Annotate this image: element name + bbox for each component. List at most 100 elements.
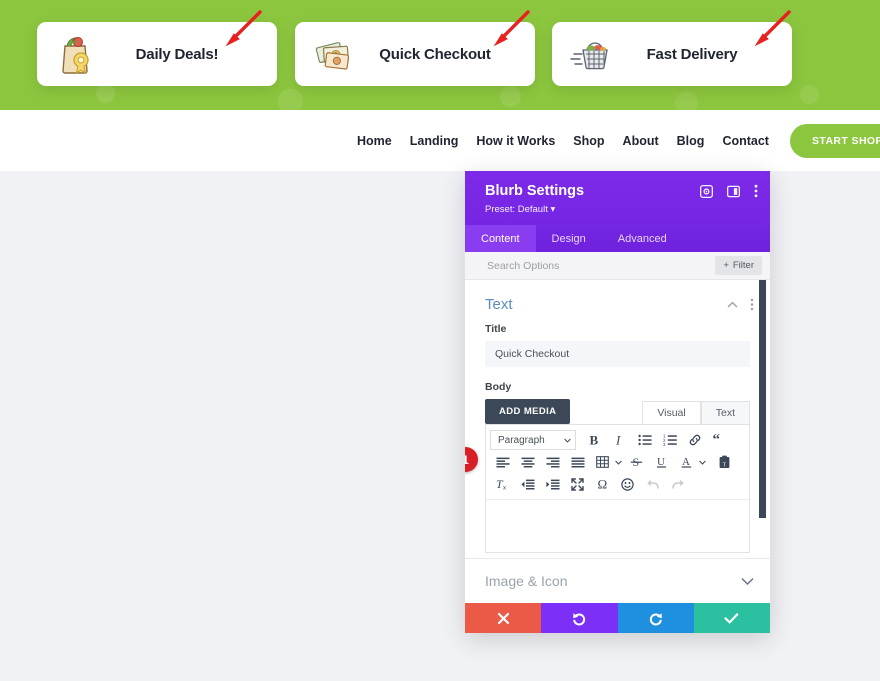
undo-button[interactable] [541, 603, 618, 633]
paste-as-text-icon[interactable]: T [712, 451, 737, 473]
editor-toolbar: Paragraph B I 1 2 3 “ S U A T T x Ω [486, 425, 749, 500]
outdent-icon[interactable] [515, 473, 540, 495]
feature-card-title: Daily Deals! [135, 45, 219, 63]
italic-icon[interactable]: I [607, 429, 632, 451]
layout-toggle-icon[interactable] [727, 185, 740, 198]
modal-body: 1 Text Title Quick Checkout Body ADD MED… [465, 280, 770, 603]
cancel-button[interactable] [465, 603, 542, 633]
modal-tabs: Content Design Advanced [465, 225, 770, 252]
svg-text:Ω: Ω [598, 477, 608, 491]
link-icon[interactable] [682, 429, 707, 451]
table-icon[interactable] [590, 451, 615, 473]
clear-formatting-icon[interactable]: T x [490, 473, 515, 495]
align-center-icon[interactable] [515, 451, 540, 473]
text-color-icon[interactable]: A [674, 451, 699, 473]
grocery-bag-icon [49, 33, 103, 75]
site-navbar: Home Landing How it Works Shop About Blo… [0, 110, 880, 171]
align-justify-icon[interactable] [565, 451, 590, 473]
feature-card-title: Fast Delivery [646, 45, 738, 63]
tab-design[interactable]: Design [536, 225, 602, 252]
table-chevron-down-icon[interactable] [615, 460, 624, 465]
panel-scrollbar[interactable] [759, 280, 766, 518]
nav-item-how-it-works[interactable]: How it Works [476, 134, 555, 148]
plus-icon: + [723, 260, 729, 271]
close-icon [497, 612, 510, 625]
title-label: Title [485, 323, 507, 335]
redo-icon [648, 611, 663, 626]
image-icon-section-toggle[interactable]: Image & Icon [465, 558, 770, 603]
undo-icon[interactable] [640, 473, 665, 495]
preset-label: Preset: Default [485, 203, 548, 215]
nav-item-contact[interactable]: Contact [722, 134, 769, 148]
chevron-down-icon [564, 438, 571, 443]
tab-advanced[interactable]: Advanced [602, 225, 683, 252]
kebab-menu-icon[interactable] [754, 184, 758, 198]
nav-item-blog[interactable]: Blog [677, 134, 705, 148]
svg-text:B: B [590, 433, 599, 447]
modal-header-icons [700, 184, 758, 198]
chevron-up-icon[interactable] [727, 301, 738, 309]
image-icon-section-title: Image & Icon [485, 573, 568, 589]
chevron-down-icon [741, 577, 754, 586]
text-color-chevron-down-icon[interactable] [699, 460, 708, 465]
editor-mode-tabs: Visual Text [642, 401, 750, 424]
bold-icon[interactable]: B [582, 429, 607, 451]
filter-button[interactable]: + Filter [715, 256, 762, 275]
feature-card-daily-deals[interactable]: Daily Deals! [37, 22, 277, 86]
preset-selector[interactable]: Preset: Default ▾ [485, 204, 754, 215]
svg-text:I: I [615, 433, 621, 447]
blockquote-icon[interactable]: “ [707, 429, 732, 451]
toolbar-row-2: S U A T [490, 451, 745, 473]
svg-text:U: U [657, 456, 665, 468]
save-button[interactable] [693, 603, 770, 633]
feature-card-quick-checkout[interactable]: Quick Checkout [295, 22, 535, 86]
search-input[interactable] [485, 258, 665, 273]
toolbar-row-3: T x Ω [490, 473, 745, 495]
text-section-header[interactable]: Text [465, 280, 770, 323]
nav-item-landing[interactable]: Landing [410, 134, 459, 148]
page-root: Daily Deals! Quick Checkout Fast Deliver… [0, 0, 880, 681]
check-icon [724, 612, 739, 625]
svg-text:A: A [682, 456, 690, 468]
undo-icon [572, 611, 587, 626]
feature-card-fast-delivery[interactable]: Fast Delivery [552, 22, 792, 86]
title-input[interactable] [485, 341, 750, 367]
nav-item-shop[interactable]: Shop [573, 134, 604, 148]
svg-text:“: “ [713, 434, 721, 446]
body-field-group: Body ADD MEDIA Visual Text Paragraph B I… [485, 381, 750, 553]
strikethrough-icon[interactable]: S [624, 451, 649, 473]
title-field-group: Title Body ADD MEDIA Visual Text [465, 323, 770, 553]
tab-visual[interactable]: Visual [642, 401, 701, 424]
format-select[interactable]: Paragraph [490, 430, 576, 450]
format-select-value: Paragraph [498, 434, 545, 446]
fullscreen-icon[interactable] [565, 473, 590, 495]
toolbar-row-1: Paragraph B I 1 2 3 “ [490, 429, 745, 451]
nav-item-about[interactable]: About [623, 134, 659, 148]
money-bills-icon [307, 34, 361, 74]
nav-item-home[interactable]: Home [357, 134, 392, 148]
redo-button[interactable] [617, 603, 694, 633]
special-character-icon[interactable]: Ω [590, 473, 615, 495]
kebab-menu-icon[interactable] [750, 298, 754, 311]
indent-icon[interactable] [540, 473, 565, 495]
chevron-down-icon: ▾ [550, 203, 556, 215]
body-label: Body [485, 381, 512, 393]
bullet-list-icon[interactable] [632, 429, 657, 451]
target-icon[interactable] [700, 184, 713, 198]
emoji-icon[interactable] [615, 473, 640, 495]
editor-content-area[interactable] [486, 500, 749, 552]
tab-content[interactable]: Content [465, 225, 536, 252]
wysiwyg-editor: Paragraph B I 1 2 3 “ S U A T T x Ω [485, 424, 750, 553]
underline-icon[interactable]: U [649, 451, 674, 473]
start-shopping-button[interactable]: START SHOPPING [790, 123, 880, 158]
shopping-basket-icon [564, 34, 618, 74]
tab-text[interactable]: Text [700, 401, 750, 424]
search-options-bar: + Filter [465, 252, 770, 280]
nav-links: Home Landing How it Works Shop About Blo… [357, 134, 769, 148]
numbered-list-icon[interactable]: 1 2 3 [657, 429, 682, 451]
redo-icon[interactable] [665, 473, 690, 495]
add-media-button[interactable]: ADD MEDIA [485, 399, 571, 424]
align-right-icon[interactable] [540, 451, 565, 473]
section-title: Text [485, 296, 513, 313]
align-left-icon[interactable] [490, 451, 515, 473]
